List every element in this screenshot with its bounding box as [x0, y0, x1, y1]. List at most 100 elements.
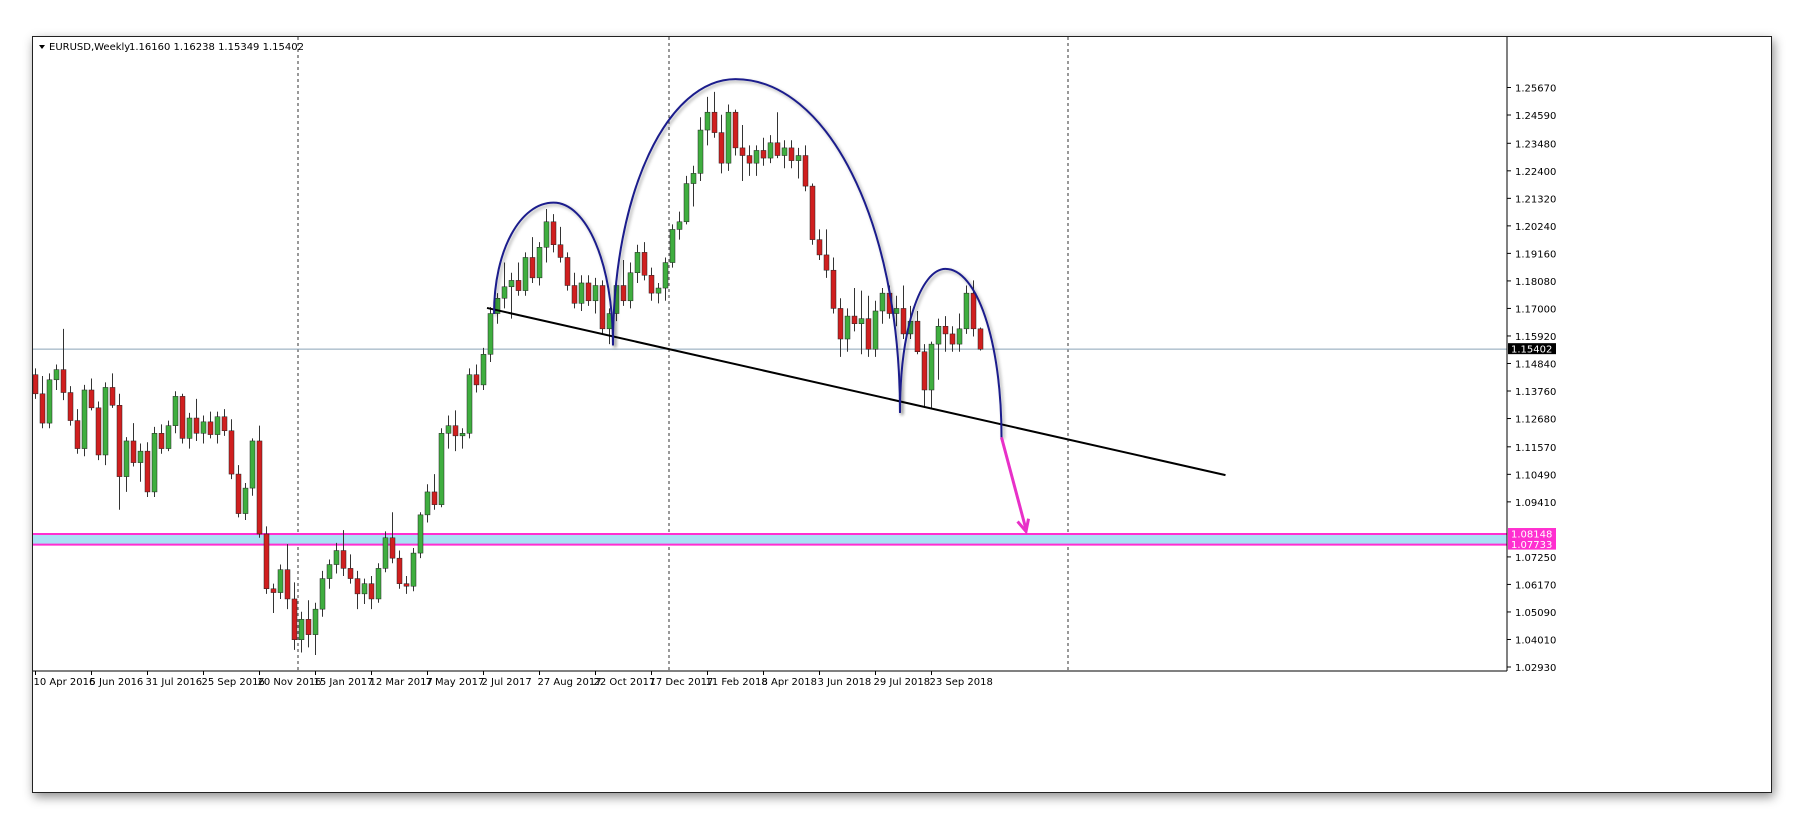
chart-window[interactable]: 1.25670 1.24590 1.23480 1.22400 1.21320 1.202…	[32, 36, 1772, 793]
candle-bearish[interactable]	[711, 111, 718, 133]
candle-bullish[interactable]	[333, 550, 340, 565]
candle-bullish[interactable]	[151, 433, 158, 493]
candle-bullish[interactable]	[466, 374, 473, 434]
candle-bullish[interactable]	[963, 292, 970, 330]
candle-bullish[interactable]	[858, 318, 865, 324]
candle-bullish[interactable]	[487, 313, 494, 355]
candle-bullish[interactable]	[592, 285, 599, 302]
candle-bullish[interactable]	[844, 315, 851, 340]
candle-bearish[interactable]	[207, 421, 214, 435]
candle-bearish[interactable]	[865, 318, 872, 350]
candle-bearish[interactable]	[515, 280, 522, 291]
candle-bullish[interactable]	[872, 310, 879, 350]
candle-bullish[interactable]	[480, 354, 487, 386]
candle-bearish[interactable]	[585, 282, 592, 302]
candle-bearish[interactable]	[830, 269, 837, 309]
candle-bullish[interactable]	[165, 425, 172, 449]
candle-bearish[interactable]	[270, 588, 277, 593]
candle-bullish[interactable]	[382, 537, 389, 569]
candle-bullish[interactable]	[137, 450, 144, 463]
candle-bearish[interactable]	[942, 326, 949, 335]
candle-bearish[interactable]	[760, 150, 767, 159]
candle-bearish[interactable]	[305, 619, 312, 635]
candle-bullish[interactable]	[249, 440, 256, 489]
candle-bearish[interactable]	[571, 285, 578, 304]
candle-bullish[interactable]	[438, 433, 445, 505]
candle-bearish[interactable]	[970, 292, 977, 330]
candle-bearish[interactable]	[949, 333, 956, 345]
candle-bullish[interactable]	[879, 292, 886, 312]
candle-bearish[interactable]	[823, 254, 830, 271]
candle-bullish[interactable]	[361, 583, 368, 595]
candle-bullish[interactable]	[928, 343, 935, 391]
candle-bearish[interactable]	[977, 328, 984, 350]
candle-bullish[interactable]	[214, 416, 221, 435]
candle-bearish[interactable]	[368, 583, 375, 600]
candle-bearish[interactable]	[564, 257, 571, 286]
candle-bullish[interactable]	[375, 568, 382, 600]
candle-bearish[interactable]	[774, 142, 781, 156]
candle-bullish[interactable]	[725, 111, 732, 164]
support-zone[interactable]	[33, 534, 1507, 545]
candle-bullish[interactable]	[445, 425, 452, 434]
candle-bullish[interactable]	[683, 183, 690, 223]
candle-bearish[interactable]	[158, 433, 165, 449]
candle-bullish[interactable]	[634, 252, 641, 274]
candle-bearish[interactable]	[109, 387, 116, 406]
candle-bullish[interactable]	[102, 387, 109, 456]
candle-bearish[interactable]	[837, 308, 844, 340]
candle-bullish[interactable]	[298, 619, 305, 640]
candle-bullish[interactable]	[669, 229, 676, 263]
candle-bearish[interactable]	[732, 111, 739, 149]
candle-bearish[interactable]	[431, 491, 438, 505]
candle-bearish[interactable]	[116, 405, 123, 477]
candle-bearish[interactable]	[452, 425, 459, 437]
candle-bullish[interactable]	[172, 396, 179, 426]
candle-bullish[interactable]	[697, 129, 704, 174]
candle-bearish[interactable]	[802, 155, 809, 187]
candle-bearish[interactable]	[389, 537, 396, 559]
candle-bearish[interactable]	[256, 440, 263, 535]
candle-bearish[interactable]	[529, 257, 536, 279]
candle-bearish[interactable]	[641, 252, 648, 276]
candle-bearish[interactable]	[620, 285, 627, 302]
candle-bearish[interactable]	[788, 147, 795, 161]
candle-bearish[interactable]	[221, 416, 228, 432]
candle-bullish[interactable]	[81, 389, 88, 449]
candle-bearish[interactable]	[354, 578, 361, 595]
candle-bearish[interactable]	[473, 374, 480, 386]
candle-bullish[interactable]	[543, 221, 550, 248]
candle-bearish[interactable]	[39, 393, 46, 424]
candle-bullish[interactable]	[459, 433, 466, 437]
symbol-menu-icon[interactable]	[39, 45, 45, 49]
candle-bullish[interactable]	[655, 287, 662, 294]
candle-bearish[interactable]	[403, 583, 410, 587]
chart-canvas[interactable]: 1.25670 1.24590 1.23480 1.22400 1.21320 1.202…	[33, 37, 1771, 792]
candle-bearish[interactable]	[95, 407, 102, 456]
candle-bullish[interactable]	[690, 173, 697, 184]
candle-bullish[interactable]	[781, 147, 788, 156]
candle-bullish[interactable]	[319, 578, 326, 610]
candle-bearish[interactable]	[900, 308, 907, 335]
candle-bullish[interactable]	[417, 514, 424, 554]
neckline-trendline[interactable]	[486, 306, 1226, 477]
candle-bullish[interactable]	[795, 155, 802, 161]
candle-bullish[interactable]	[536, 247, 543, 279]
candle-bullish[interactable]	[312, 608, 319, 635]
candle-bullish[interactable]	[935, 326, 942, 345]
projection-arrow-shaft[interactable]	[1000, 436, 1028, 530]
candle-bearish[interactable]	[67, 392, 74, 421]
candle-bullish[interactable]	[200, 421, 207, 434]
candle-bullish[interactable]	[424, 491, 431, 516]
candle-bearish[interactable]	[340, 550, 347, 569]
candle-bearish[interactable]	[648, 275, 655, 294]
candle-bullish[interactable]	[501, 286, 508, 299]
candle-bullish[interactable]	[277, 569, 284, 593]
candle-bullish[interactable]	[508, 280, 515, 288]
candle-bullish[interactable]	[704, 111, 711, 131]
candle-bearish[interactable]	[599, 285, 606, 330]
candle-bullish[interactable]	[956, 328, 963, 345]
candle-bearish[interactable]	[396, 557, 403, 584]
candle-bearish[interactable]	[718, 132, 725, 164]
candle-bearish[interactable]	[550, 221, 557, 245]
